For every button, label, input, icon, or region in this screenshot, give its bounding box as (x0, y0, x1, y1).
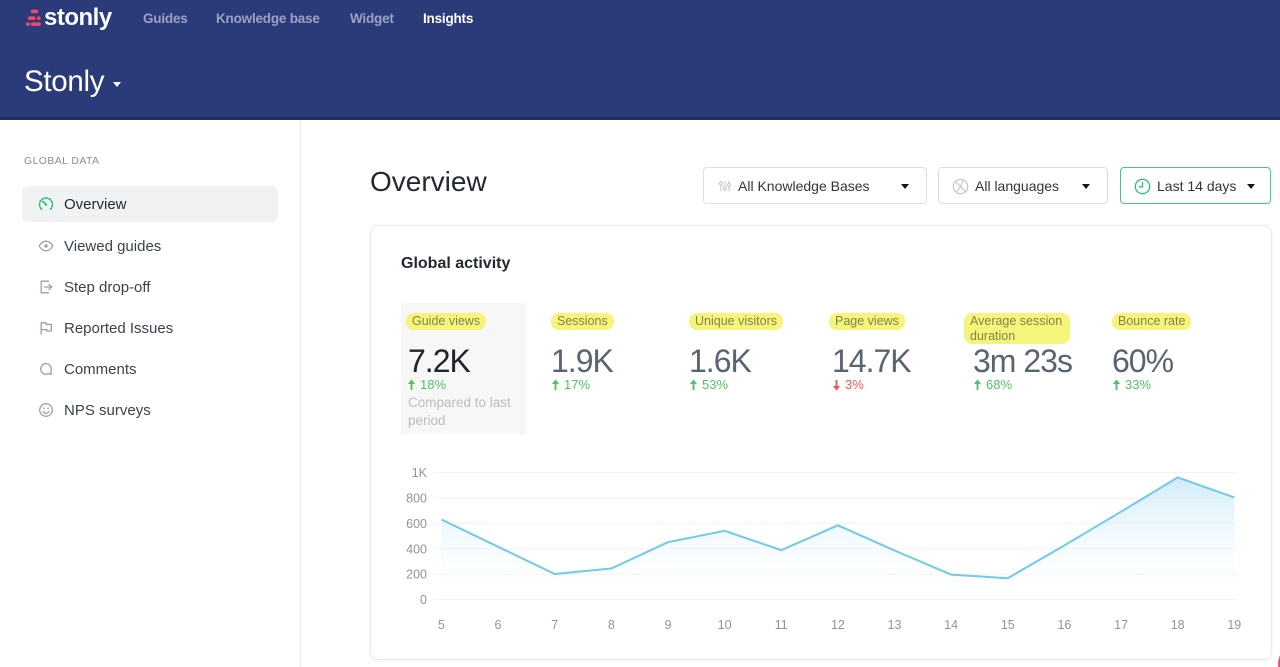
svg-text:200: 200 (406, 568, 427, 582)
svg-text:1K: 1K (412, 466, 428, 480)
svg-text:15: 15 (1001, 618, 1015, 632)
svg-text:17: 17 (1114, 618, 1128, 632)
svg-text:7: 7 (551, 618, 558, 632)
svg-text:8: 8 (608, 618, 615, 632)
svg-text:11: 11 (775, 618, 788, 632)
svg-text:12: 12 (831, 618, 845, 632)
svg-text:0: 0 (420, 593, 427, 607)
svg-text:600: 600 (406, 517, 427, 531)
svg-text:14: 14 (944, 618, 958, 632)
svg-text:10: 10 (718, 618, 732, 632)
svg-text:5: 5 (438, 618, 445, 632)
svg-text:19: 19 (1227, 618, 1241, 632)
svg-text:9: 9 (665, 618, 672, 632)
svg-text:400: 400 (406, 542, 427, 556)
svg-text:16: 16 (1057, 618, 1071, 632)
svg-text:13: 13 (888, 618, 902, 632)
svg-text:800: 800 (406, 492, 427, 506)
svg-text:18: 18 (1171, 618, 1185, 632)
svg-text:6: 6 (495, 618, 502, 632)
